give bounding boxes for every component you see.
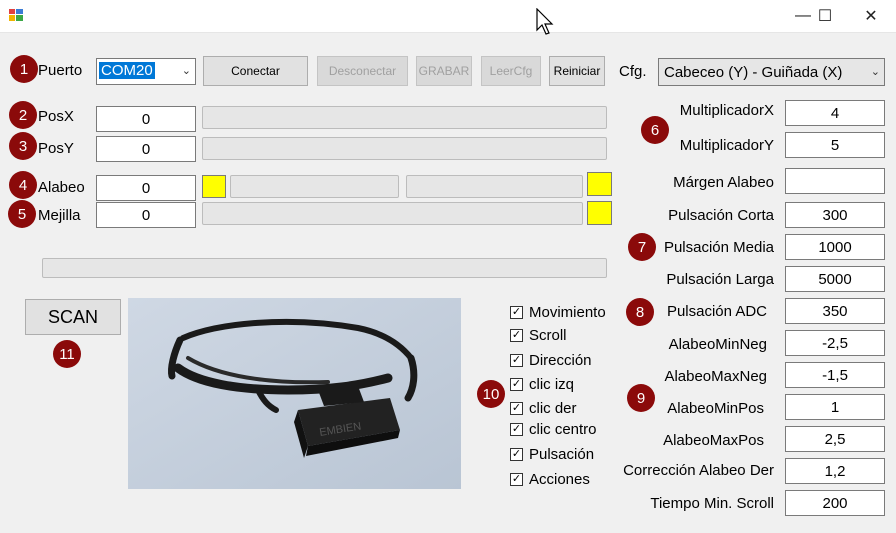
checkbox-check-icon: ✓ [510,402,523,415]
posy-label: PosY [38,140,74,157]
read-config-button[interactable]: LeerCfg [481,56,541,86]
badge-4: 4 [9,171,37,199]
cfg-select-value: Cabeceo (Y) - Guiñada (X) [664,64,843,81]
glasses-device-illustration: EMBIEN [128,298,461,489]
checkbox-scroll[interactable]: ✓ Scroll [510,327,567,344]
checkbox-check-icon: ✓ [510,378,523,391]
posx-progress [202,106,607,129]
checkbox-check-icon: ✓ [510,354,523,367]
setting-label: AlabeoMinNeg [668,336,767,353]
correccion-alabeo-der-field[interactable]: 1,2 [785,458,885,484]
mouse-cursor-icon [536,8,554,35]
setting-label: AlabeoMinPos [667,400,764,417]
pulsacion-larga-field[interactable]: 5000 [785,266,885,292]
checkbox-direccion[interactable]: ✓ Dirección [510,352,592,369]
checkbox-check-icon: ✓ [510,473,523,486]
alabeo-field[interactable]: 0 [96,175,196,201]
mejilla-indicator [587,201,612,225]
checkbox-label: Dirección [529,352,592,369]
checkbox-label: Acciones [529,471,590,488]
checkbox-check-icon: ✓ [510,448,523,461]
mejilla-field[interactable]: 0 [96,202,196,228]
pulsacion-media-field[interactable]: 1000 [785,234,885,260]
badge-6: 6 [641,116,669,144]
alabeo-neg-progress [230,175,399,198]
checkbox-check-icon: ✓ [510,306,523,319]
checkbox-clic-izq[interactable]: ✓ clic izq [510,376,574,393]
badge-7: 7 [628,233,656,261]
alabeo-left-indicator [202,175,226,198]
posx-field[interactable]: 0 [96,106,196,132]
checkbox-label: Pulsación [529,446,595,463]
alabeo-right-indicator [587,172,612,196]
alabeo-max-neg-field[interactable]: -1,5 [785,362,885,388]
checkbox-label: clic centro [529,421,597,438]
alabeo-pos-progress [406,175,583,198]
mejilla-label: Mejilla [38,207,81,224]
badge-5: 5 [8,200,36,228]
checkbox-label: Scroll [529,327,567,344]
main-progress-bar [42,258,607,278]
checkbox-label: clic der [529,400,577,417]
checkbox-pulsacion[interactable]: ✓ Pulsación [510,446,594,463]
restart-button[interactable]: Reiniciar [549,56,605,86]
checkbox-movimiento[interactable]: ✓ Movimiento [510,304,606,321]
alabeo-label: Alabeo [38,179,85,196]
setting-label: Pulsación Media [663,239,774,256]
alabeo-min-neg-field[interactable]: -2,5 [785,330,885,356]
title-bar: — ☐ ✕ [0,0,896,35]
checkbox-label: Movimiento [529,304,606,321]
checkbox-check-icon: ✓ [510,329,523,342]
multiplicador-y-field[interactable]: 5 [785,132,885,158]
setting-label: Pulsación Larga [666,271,774,288]
alabeo-max-pos-field[interactable]: 2,5 [785,426,885,452]
setting-label: Corrección Alabeo Der [623,462,774,479]
badge-2: 2 [9,101,37,129]
checkbox-label: clic izq [529,376,575,393]
posx-label: PosX [38,108,74,125]
checkbox-clic-der[interactable]: ✓ clic der [510,400,577,417]
margen-alabeo-field[interactable] [785,168,885,194]
setting-label: Tiempo Min. Scroll [650,495,774,512]
device-image: EMBIEN [128,298,461,489]
connect-button[interactable]: Conectar [203,56,308,86]
close-button[interactable]: ✕ [848,0,894,32]
posy-field[interactable]: 0 [96,136,196,162]
badge-1: 1 [10,55,38,83]
record-button[interactable]: GRABAR [416,56,472,86]
checkbox-check-icon: ✓ [510,423,523,436]
badge-10: 10 [477,380,505,408]
multiplicador-x-field[interactable]: 4 [785,100,885,126]
setting-label: MultiplicadorX [679,102,774,119]
setting-label: MultiplicadorY [679,137,774,154]
scan-button[interactable]: SCAN [25,299,121,335]
badge-3: 3 [9,132,37,160]
port-select[interactable]: COM20 ⌄ [96,58,196,85]
port-select-value: COM20 [99,62,155,79]
badge-9: 9 [627,384,655,412]
pulsacion-adc-field[interactable]: 350 [785,298,885,324]
setting-label: Pulsación ADC [666,303,767,320]
port-label: Puerto [38,62,83,79]
checkbox-clic-centro[interactable]: ✓ clic centro [510,421,597,438]
badge-8: 8 [626,298,654,326]
setting-label: AlabeoMaxNeg [664,368,767,385]
app-icon [9,9,23,21]
cfg-label: Cfg. [619,63,647,80]
maximize-button[interactable]: ☐ [802,0,848,32]
pulsacion-corta-field[interactable]: 300 [785,202,885,228]
setting-label: AlabeoMaxPos [663,432,764,449]
setting-label: Márgen Alabeo [673,174,774,191]
chevron-down-icon: ⌄ [181,65,191,77]
alabeo-min-pos-field[interactable]: 1 [785,394,885,420]
setting-label: Pulsación Corta [668,207,774,224]
mejilla-progress [202,202,583,225]
disconnect-button[interactable]: Desconectar [317,56,408,86]
cfg-select[interactable]: Cabeceo (Y) - Guiñada (X) ⌄ [658,58,885,86]
tiempo-min-scroll-field[interactable]: 200 [785,490,885,516]
posy-progress [202,137,607,160]
chevron-down-icon: ⌄ [870,66,880,78]
badge-11: 11 [53,340,81,368]
checkbox-acciones[interactable]: ✓ Acciones [510,471,590,488]
